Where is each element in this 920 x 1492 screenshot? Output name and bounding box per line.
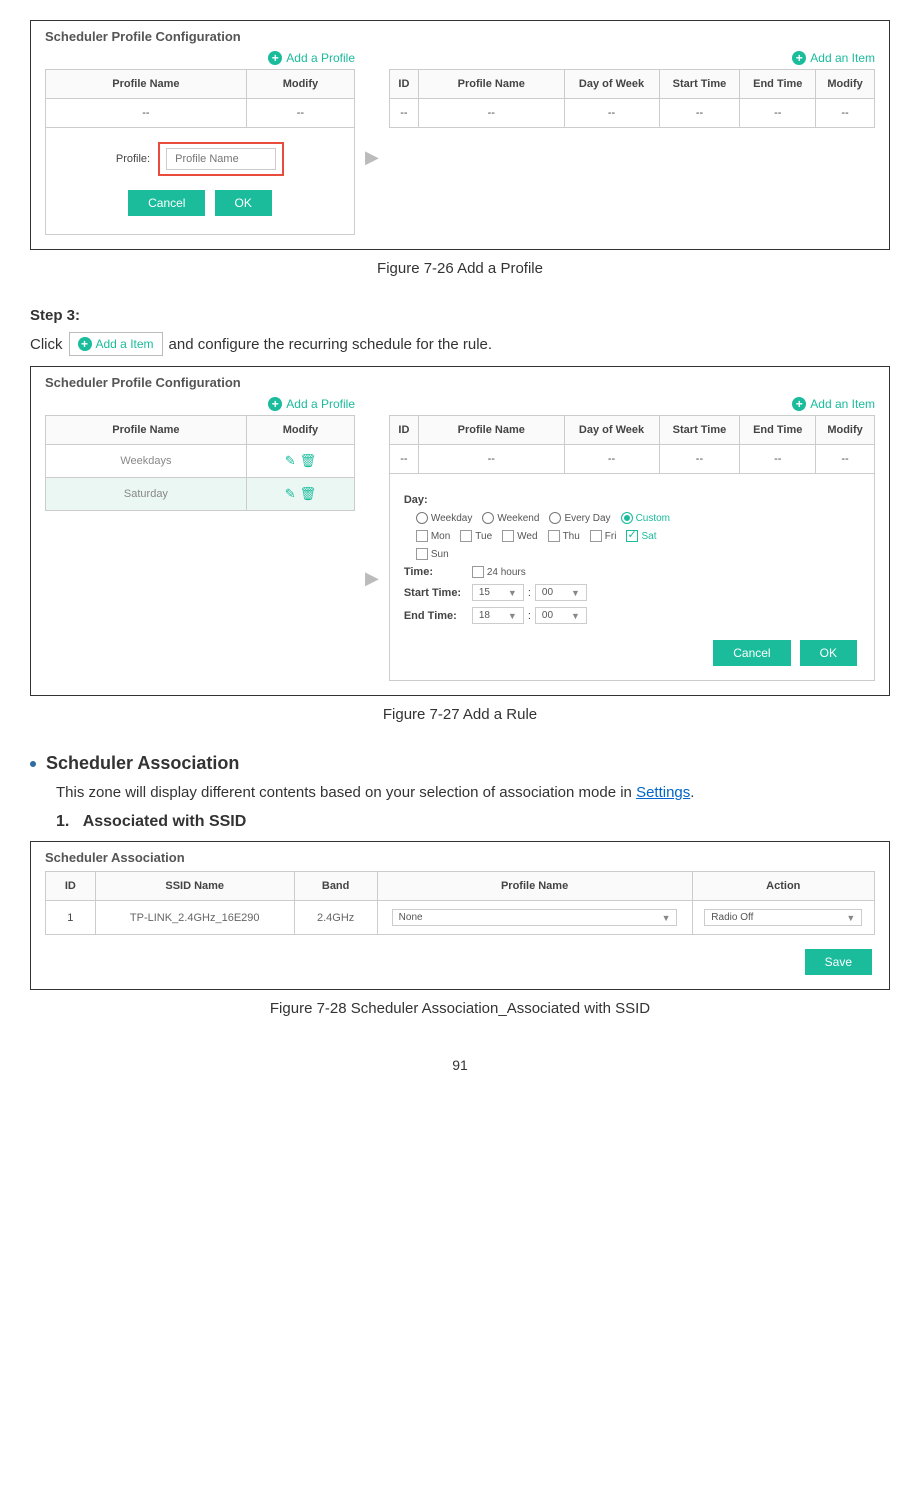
panel-title: Scheduler Profile Configuration bbox=[45, 375, 875, 390]
cancel-button[interactable]: Cancel bbox=[713, 640, 790, 666]
table-row: -- -- -- -- -- -- bbox=[389, 99, 874, 128]
col-header: Band bbox=[294, 872, 377, 901]
settings-link[interactable]: Settings bbox=[636, 784, 690, 801]
checkbox-sat[interactable] bbox=[626, 530, 638, 542]
edit-icon[interactable]: ✎ bbox=[285, 453, 296, 468]
radio-weekend[interactable] bbox=[482, 512, 494, 524]
chevron-down-icon: ▼ bbox=[846, 913, 855, 923]
bullet-icon bbox=[30, 761, 36, 767]
figure-caption: Figure 7-27 Add a Rule bbox=[30, 706, 890, 723]
col-header: Start Time bbox=[659, 416, 740, 445]
rule-form-row: Day: Weekday Weekend Every Day Custom Mo… bbox=[389, 474, 874, 681]
step-label: Step 3: bbox=[30, 307, 890, 324]
end-hour-select[interactable]: 18▼ bbox=[472, 607, 524, 624]
col-header: Profile Name bbox=[418, 416, 564, 445]
radio-custom[interactable] bbox=[621, 512, 633, 524]
col-header: ID bbox=[389, 416, 418, 445]
col-header: Modify bbox=[816, 416, 875, 445]
chevron-down-icon: ▼ bbox=[571, 588, 580, 598]
figure-7-28: Scheduler Association ID SSID Name Band … bbox=[30, 841, 890, 990]
cancel-button[interactable]: Cancel bbox=[128, 190, 205, 216]
add-profile-link[interactable]: + Add a Profile bbox=[268, 397, 355, 411]
checkbox-wed[interactable] bbox=[502, 530, 514, 542]
chevron-down-icon: ▼ bbox=[508, 611, 517, 621]
checkbox-fri[interactable] bbox=[590, 530, 602, 542]
plus-icon: + bbox=[78, 337, 92, 351]
figure-7-27: Scheduler Profile Configuration + Add a … bbox=[30, 366, 890, 696]
col-header: Action bbox=[692, 872, 874, 901]
end-time-label: End Time: bbox=[404, 610, 472, 622]
add-profile-link[interactable]: + Add a Profile bbox=[268, 51, 355, 65]
profile-select[interactable]: None▼ bbox=[392, 909, 678, 926]
col-header: Modify bbox=[246, 70, 354, 99]
day-label: Day: bbox=[404, 494, 472, 506]
figure-7-26: Scheduler Profile Configuration + Add a … bbox=[30, 20, 890, 250]
col-header: Modify bbox=[246, 416, 354, 445]
action-select[interactable]: Radio Off▼ bbox=[704, 909, 862, 926]
checkbox-tue[interactable] bbox=[460, 530, 472, 542]
radio-every-day[interactable] bbox=[549, 512, 561, 524]
section-heading-row: Scheduler Association bbox=[30, 753, 890, 774]
col-header: SSID Name bbox=[95, 872, 294, 901]
delete-icon[interactable]: 🗑 bbox=[300, 486, 317, 501]
chevron-down-icon: ▼ bbox=[662, 913, 671, 923]
table-row-selected[interactable]: Saturday ✎🗑 bbox=[46, 478, 355, 511]
section-heading: Scheduler Association bbox=[46, 753, 239, 774]
page-number: 91 bbox=[30, 1057, 890, 1073]
add-item-link[interactable]: + Add an Item bbox=[792, 397, 875, 411]
end-min-select[interactable]: 00▼ bbox=[535, 607, 587, 624]
table-row: -- -- -- -- -- -- bbox=[389, 445, 874, 474]
col-header: Day of Week bbox=[564, 416, 659, 445]
figure-caption: Figure 7-26 Add a Profile bbox=[30, 260, 890, 277]
sub-heading-row: 1. Associated with SSID bbox=[56, 813, 890, 831]
col-header: Profile Name bbox=[418, 70, 564, 99]
profile-label: Profile: bbox=[116, 153, 150, 165]
plus-icon: + bbox=[792, 397, 806, 411]
step-instruction: Click + Add a Item and configure the rec… bbox=[30, 332, 890, 356]
ok-button[interactable]: OK bbox=[215, 190, 272, 216]
profile-input-highlight bbox=[158, 142, 284, 176]
col-header: Profile Name bbox=[46, 416, 247, 445]
table-row: Profile: Cancel OK bbox=[46, 128, 355, 235]
checkbox-thu[interactable] bbox=[548, 530, 560, 542]
add-item-link[interactable]: + Add an Item bbox=[792, 51, 875, 65]
start-min-select[interactable]: 00▼ bbox=[535, 584, 587, 601]
col-header: ID bbox=[389, 70, 418, 99]
section-body: This zone will display different content… bbox=[56, 784, 890, 801]
chevron-down-icon: ▼ bbox=[508, 588, 517, 598]
col-header: Profile Name bbox=[46, 70, 247, 99]
arrow-right-icon: ▶ bbox=[365, 147, 379, 168]
start-hour-select[interactable]: 15▼ bbox=[472, 584, 524, 601]
col-header: Modify bbox=[816, 70, 875, 99]
start-time-label: Start Time: bbox=[404, 587, 472, 599]
delete-icon[interactable]: 🗑 bbox=[300, 453, 317, 468]
panel-title: Scheduler Profile Configuration bbox=[45, 29, 875, 44]
figure-caption: Figure 7-28 Scheduler Association_Associ… bbox=[30, 1000, 890, 1017]
chevron-down-icon: ▼ bbox=[571, 611, 580, 621]
edit-icon[interactable]: ✎ bbox=[285, 486, 296, 501]
time-label: Time: bbox=[404, 566, 472, 578]
checkbox-mon[interactable] bbox=[416, 530, 428, 542]
plus-icon: + bbox=[268, 397, 282, 411]
col-header: End Time bbox=[740, 70, 816, 99]
col-header: Profile Name bbox=[377, 872, 692, 901]
arrow-right-icon: ▶ bbox=[365, 568, 379, 589]
radio-weekday[interactable] bbox=[416, 512, 428, 524]
panel-title: Scheduler Association bbox=[45, 850, 875, 865]
table-row[interactable]: Weekdays ✎🗑 bbox=[46, 445, 355, 478]
ok-button[interactable]: OK bbox=[800, 640, 857, 666]
plus-icon: + bbox=[268, 51, 282, 65]
profile-name-input[interactable] bbox=[166, 148, 276, 170]
table-row: -- -- bbox=[46, 99, 355, 128]
checkbox-24hours[interactable] bbox=[472, 566, 484, 578]
table-row: 1 TP-LINK_2.4GHz_16E290 2.4GHz None▼ Rad… bbox=[46, 901, 875, 935]
checkbox-sun[interactable] bbox=[416, 548, 428, 560]
save-button[interactable]: Save bbox=[805, 949, 872, 975]
col-header: Day of Week bbox=[564, 70, 659, 99]
col-header: Start Time bbox=[659, 70, 740, 99]
add-item-inline: + Add a Item bbox=[69, 332, 163, 356]
plus-icon: + bbox=[792, 51, 806, 65]
col-header: ID bbox=[46, 872, 96, 901]
col-header: End Time bbox=[740, 416, 816, 445]
